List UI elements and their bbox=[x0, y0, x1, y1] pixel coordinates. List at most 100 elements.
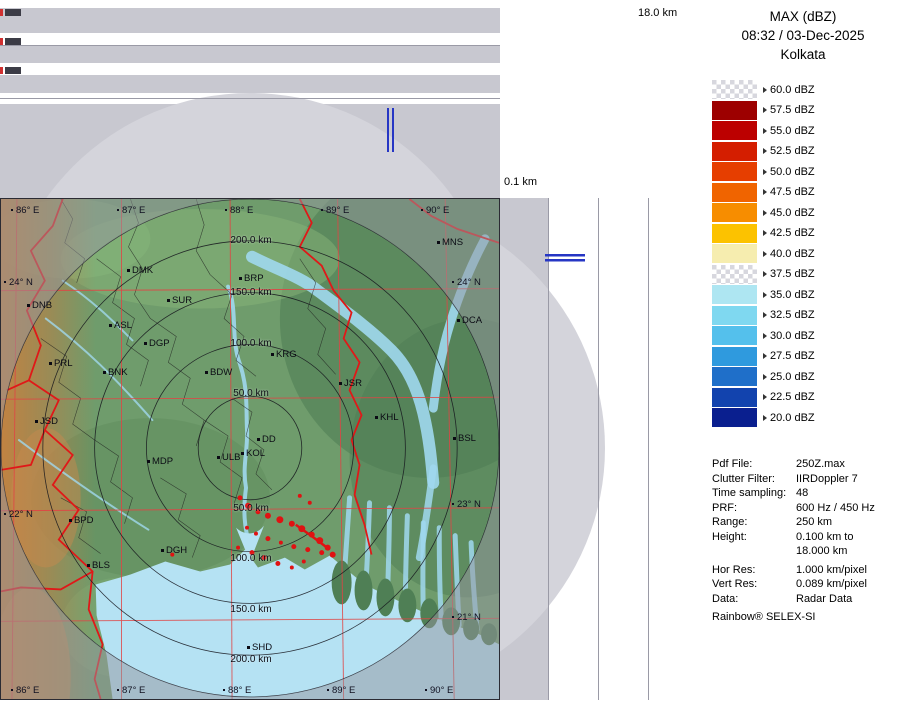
geo-label-text: 24° N bbox=[457, 277, 481, 288]
legend-color-swatch bbox=[712, 80, 757, 99]
legend-info-row: Clutter Filter:IIRDoppler 7 bbox=[712, 472, 875, 487]
city-marker: KOL bbox=[241, 448, 265, 459]
tick-dot-icon bbox=[425, 689, 427, 691]
city-label: MDP bbox=[152, 456, 173, 467]
city-marker: KRG bbox=[271, 349, 297, 360]
city-label: ASL bbox=[114, 320, 132, 331]
legend-color-swatch bbox=[712, 388, 757, 407]
info-value: 18.000 km bbox=[796, 545, 847, 557]
city-marker: KHL bbox=[375, 412, 398, 423]
info-label: Pdf File: bbox=[712, 457, 796, 472]
scale-arrow-icon bbox=[763, 415, 767, 421]
legend-scale-row: 27.5 dBZ bbox=[712, 347, 815, 366]
scale-label: 50.0 dBZ bbox=[770, 166, 815, 178]
city-dot-icon bbox=[205, 371, 208, 374]
legend-info-row: Time sampling:48 bbox=[712, 486, 875, 501]
city-label: SHD bbox=[252, 642, 272, 653]
legend-scale-row: 37.5 dBZ bbox=[712, 265, 815, 284]
tick-dot-icon bbox=[421, 209, 423, 211]
tick-dot-icon bbox=[223, 689, 225, 691]
tick-dot-icon bbox=[11, 209, 13, 211]
lon-label: 86° E bbox=[11, 685, 39, 696]
city-label: JSD bbox=[40, 416, 58, 427]
legend-info-row: Vert Res:0.089 km/pixel bbox=[712, 577, 875, 592]
scale-label: 32.5 dBZ bbox=[770, 309, 815, 321]
legend-info-row: 18.000 km bbox=[712, 544, 875, 559]
city-marker: SHD bbox=[247, 642, 272, 653]
range-ring-label: 100.0 km bbox=[230, 553, 271, 564]
lon-label: 87° E bbox=[117, 685, 145, 696]
legend-scale-row: 60.0 dBZ bbox=[712, 80, 815, 99]
lon-label: 90° E bbox=[421, 205, 449, 216]
legend-color-swatch bbox=[712, 162, 757, 181]
scale-label: 45.0 dBZ bbox=[770, 207, 815, 219]
city-label: DNB bbox=[32, 300, 52, 311]
scale-arrow-icon bbox=[763, 333, 767, 339]
city-dot-icon bbox=[69, 519, 72, 522]
scale-arrow-icon bbox=[763, 169, 767, 175]
geo-label-text: 86° E bbox=[16, 205, 39, 216]
city-label: KHL bbox=[380, 412, 398, 423]
legend-info-row: Height:0.100 km to bbox=[712, 530, 875, 545]
info-value: 0.100 km to bbox=[796, 531, 853, 543]
scale-label: 27.5 dBZ bbox=[770, 350, 815, 362]
geo-label-text: 21° N bbox=[457, 612, 481, 623]
info-label: Range: bbox=[712, 515, 796, 530]
legend-color-swatch bbox=[712, 224, 757, 243]
lon-label: 89° E bbox=[321, 205, 349, 216]
legend-scale-row: 52.5 dBZ bbox=[712, 142, 815, 161]
city-label: BNK bbox=[108, 367, 128, 378]
city-marker: DD bbox=[257, 434, 276, 445]
side-projection-graphic bbox=[500, 198, 700, 700]
info-label: PRF: bbox=[712, 501, 796, 516]
city-dot-icon bbox=[375, 416, 378, 419]
lon-label: 87° E bbox=[117, 205, 145, 216]
legend-color-swatch bbox=[712, 203, 757, 222]
tick-dot-icon bbox=[321, 209, 323, 211]
city-dot-icon bbox=[257, 438, 260, 441]
geo-label-text: 22° N bbox=[9, 509, 33, 520]
city-marker: DCA bbox=[457, 315, 482, 326]
legend-scale-row: 25.0 dBZ bbox=[712, 367, 815, 386]
legend-title: MAX (dBZ) bbox=[700, 7, 906, 26]
city-label: BLS bbox=[92, 560, 110, 571]
legend-title-block: MAX (dBZ) 08:32 / 03-Dec-2025 Kolkata bbox=[700, 7, 906, 64]
city-marker: BDW bbox=[205, 367, 232, 378]
tick-dot-icon bbox=[11, 689, 13, 691]
legend-color-swatch bbox=[712, 121, 757, 140]
legend-color-swatch bbox=[712, 244, 757, 263]
scale-arrow-icon bbox=[763, 210, 767, 216]
city-marker: JSR bbox=[339, 378, 362, 389]
city-dot-icon bbox=[49, 362, 52, 365]
lon-label: 88° E bbox=[223, 685, 251, 696]
legend-info-row: PRF:600 Hz / 450 Hz bbox=[712, 501, 875, 516]
info-value: 250Z.max bbox=[796, 458, 845, 470]
city-dot-icon bbox=[35, 420, 38, 423]
city-label: BPD bbox=[74, 515, 94, 526]
city-label: MNS bbox=[442, 237, 463, 248]
city-label: DD bbox=[262, 434, 276, 445]
city-label: SUR bbox=[172, 295, 192, 306]
lat-label: 24° N bbox=[452, 277, 481, 288]
city-dot-icon bbox=[437, 241, 440, 244]
city-label: JSR bbox=[344, 378, 362, 389]
city-dot-icon bbox=[109, 324, 112, 327]
lon-label: 90° E bbox=[425, 685, 453, 696]
city-dot-icon bbox=[271, 353, 274, 356]
scale-arrow-icon bbox=[763, 148, 767, 154]
scale-arrow-icon bbox=[763, 394, 767, 400]
scale-arrow-icon bbox=[763, 128, 767, 134]
lat-label: 23° N bbox=[452, 499, 481, 510]
legend-scale-row: 55.0 dBZ bbox=[712, 121, 815, 140]
geo-label-text: 89° E bbox=[326, 205, 349, 216]
tick-dot-icon bbox=[4, 513, 6, 515]
scale-label: 22.5 dBZ bbox=[770, 391, 815, 403]
city-dot-icon bbox=[87, 564, 90, 567]
legend-info: Pdf File:250Z.max Clutter Filter:IIRDoppl… bbox=[712, 457, 875, 606]
scale-label: 57.5 dBZ bbox=[770, 104, 815, 116]
city-label: DMK bbox=[132, 265, 153, 276]
legend-station: Kolkata bbox=[700, 45, 906, 64]
city-dot-icon bbox=[217, 456, 220, 459]
info-label: Time sampling: bbox=[712, 486, 796, 501]
height-axis-min-label: 0.1 km bbox=[504, 176, 537, 188]
